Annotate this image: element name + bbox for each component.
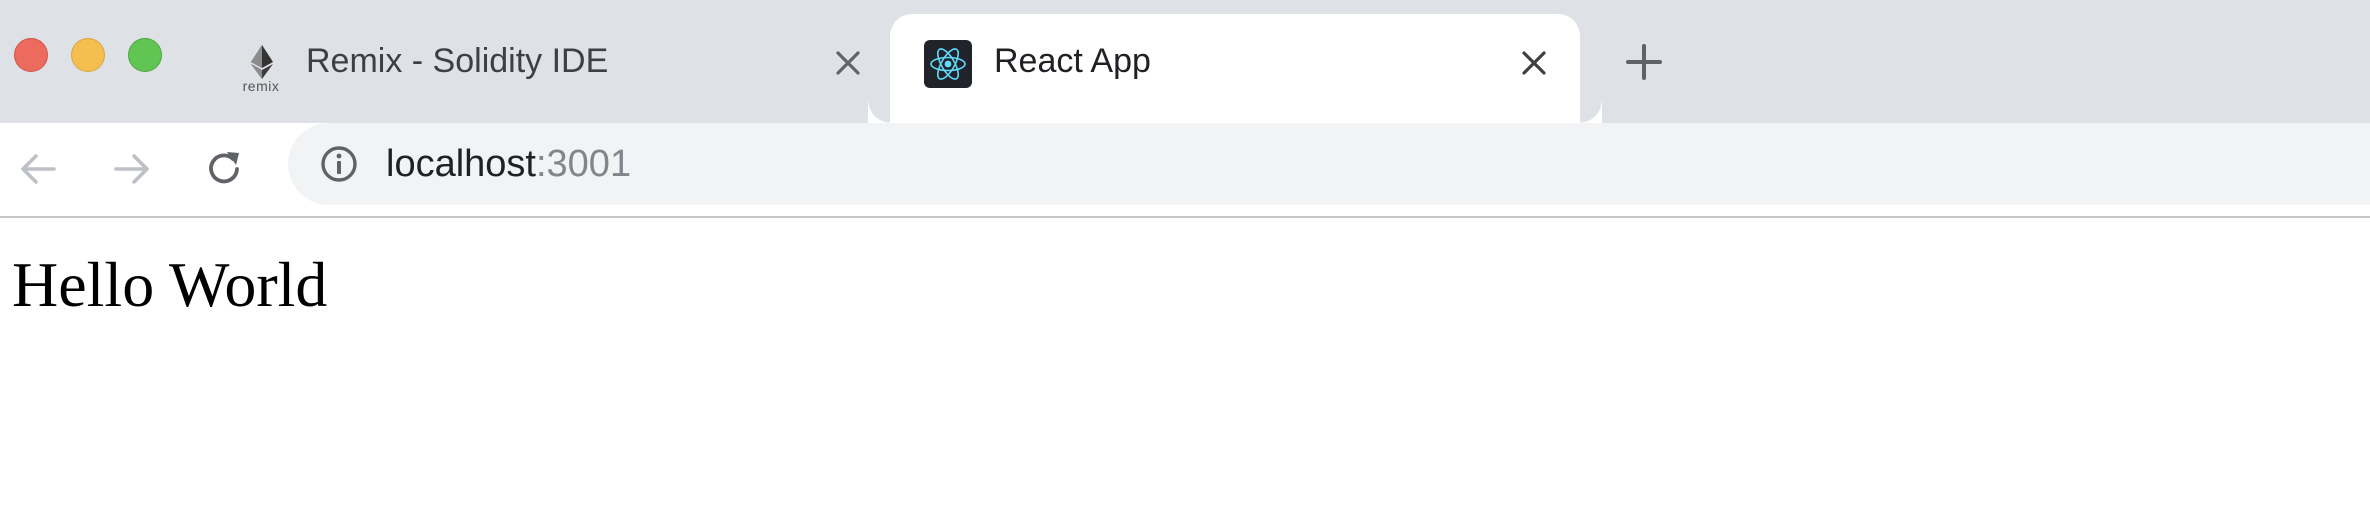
tab-title: Remix - Solidity IDE <box>306 42 609 80</box>
plus-icon[interactable] <box>1622 40 1666 84</box>
url-port: :3001 <box>535 143 632 185</box>
tab-remix[interactable]: remix Remix - Solidity IDE <box>210 14 890 123</box>
remix-favicon-caption: remix <box>242 78 280 94</box>
browser-window: remix Remix - Solidity IDE React App loc… <box>0 0 2370 507</box>
page-content: Hello World <box>0 220 2370 507</box>
address-bar[interactable]: localhost:3001 <box>288 123 2370 205</box>
tab-react-app[interactable]: React App <box>890 14 1580 123</box>
close-icon[interactable] <box>1516 45 1552 81</box>
window-close-button[interactable] <box>14 38 48 72</box>
react-icon <box>924 40 972 88</box>
url-text[interactable]: localhost:3001 <box>386 143 631 186</box>
reload-icon[interactable] <box>198 143 250 195</box>
tab-title: React App <box>994 42 1151 80</box>
arrow-right-icon[interactable] <box>106 143 158 195</box>
url-host: localhost <box>386 143 536 185</box>
arrow-left-icon[interactable] <box>12 143 64 195</box>
window-minimize-button[interactable] <box>71 38 105 72</box>
browser-toolbar: localhost:3001 <box>0 123 2370 218</box>
tab-strip: remix Remix - Solidity IDE React App <box>0 0 2370 123</box>
info-icon[interactable] <box>318 143 360 185</box>
page-heading: Hello World <box>12 249 328 320</box>
window-maximize-button[interactable] <box>128 38 162 72</box>
close-icon[interactable] <box>830 45 866 81</box>
